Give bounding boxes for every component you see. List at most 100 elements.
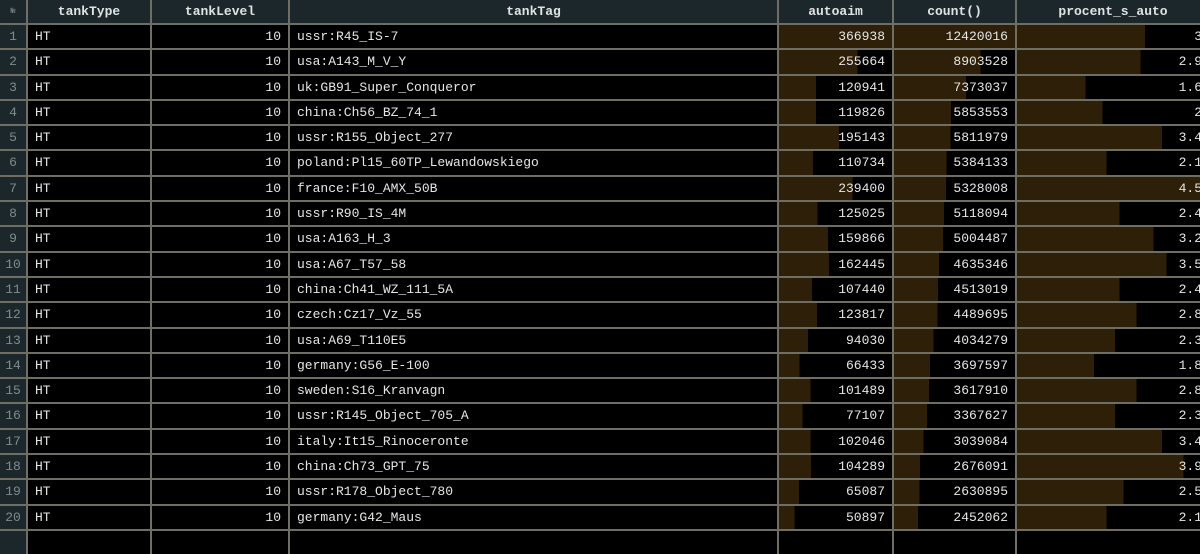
cell-tank-level: 10 [152,50,288,74]
cell-tank-type: HT [28,277,150,302]
cell-tank-tag: france:F10_AMX_50B [290,176,777,201]
cell-row-number: 20 [0,505,26,529]
cell-row-number: 12 [0,303,26,327]
cell-row-number: 16 [0,404,26,428]
column-header-autoaim[interactable]: autoaim [779,0,892,23]
cell-count: 8903528 [894,50,1015,74]
cell-tank-level: 10 [152,176,288,201]
cell-tank-tag: sweden:S16_Kranvagn [290,379,777,403]
cell-tank-level: 10 [152,404,288,428]
cell-tank-tag: usa:A67_T57_58 [290,252,777,276]
cell-tank-type: HT [28,227,150,251]
cell-tank-level: 10 [152,277,288,302]
cell-tank-type: HT [28,429,150,454]
cell-tank-tag: germany:G56_E-100 [290,353,777,378]
cell-tank-tag: ussr:R155_Object_277 [290,126,777,150]
empty-cell [1017,530,1200,554]
cell-count: 3617910 [894,379,1015,403]
cell-procent-s-auto: 3.4 [1017,126,1200,150]
empty-cell [894,530,1015,554]
cell-tank-level: 10 [152,353,288,378]
cell-row-number: 2 [0,50,26,74]
cell-row-number: 8 [0,202,26,226]
cell-procent-s-auto: 4.5 [1017,176,1200,201]
cell-tank-level: 10 [152,379,288,403]
column-header-procent-s-auto[interactable]: procent_s_auto [1017,0,1200,23]
cell-tank-level: 10 [152,455,288,479]
cell-autoaim: 159866 [779,227,892,251]
cell-tank-type: HT [28,455,150,479]
cell-tank-level: 10 [152,202,288,226]
cell-procent-s-auto: 2.8 [1017,379,1200,403]
cell-autoaim: 50897 [779,505,892,529]
cell-row-number: 19 [0,480,26,504]
cell-autoaim: 107440 [779,277,892,302]
cell-count: 2452062 [894,505,1015,529]
column-header-tank-type[interactable]: tankType [28,0,150,23]
cell-tank-level: 10 [152,75,288,99]
column-header-row-number[interactable]: № [0,0,26,23]
empty-cell [290,530,777,554]
cell-procent-s-auto: 2.5 [1017,480,1200,504]
cell-procent-s-auto: 2.8 [1017,303,1200,327]
cell-tank-type: HT [28,252,150,276]
cell-row-number: 13 [0,328,26,352]
cell-count: 5853553 [894,100,1015,125]
cell-autoaim: 66433 [779,353,892,378]
cell-count: 7373037 [894,75,1015,99]
empty-cell [0,530,26,554]
cell-tank-tag: italy:It15_Rinoceronte [290,429,777,454]
cell-count: 3039084 [894,429,1015,454]
cell-row-number: 18 [0,455,26,479]
cell-row-number: 17 [0,429,26,454]
cell-count: 3367627 [894,404,1015,428]
cell-tank-tag: usa:A163_H_3 [290,227,777,251]
column-header-tank-tag[interactable]: tankTag [290,0,777,23]
cell-row-number: 14 [0,353,26,378]
cell-tank-level: 10 [152,252,288,276]
cell-count: 5328008 [894,176,1015,201]
empty-cell [28,530,150,554]
cell-tank-tag: ussr:R45_IS-7 [290,25,777,49]
cell-tank-type: HT [28,328,150,352]
cell-procent-s-auto: 2.4 [1017,277,1200,302]
cell-count: 2676091 [894,455,1015,479]
cell-row-number: 11 [0,277,26,302]
cell-tank-level: 10 [152,328,288,352]
cell-autoaim: 119826 [779,100,892,125]
cell-count: 3697597 [894,353,1015,378]
cell-tank-level: 10 [152,505,288,529]
cell-tank-type: HT [28,404,150,428]
cell-tank-type: HT [28,505,150,529]
cell-tank-tag: ussr:R90_IS_4M [290,202,777,226]
cell-tank-type: HT [28,202,150,226]
cell-autoaim: 366938 [779,25,892,49]
cell-tank-tag: usa:A69_T110E5 [290,328,777,352]
cell-count: 4635346 [894,252,1015,276]
cell-tank-level: 10 [152,126,288,150]
results-table: № tankType tankLevel tankTag autoaim count() p… [0,0,1200,554]
cell-procent-s-auto: 2.1 [1017,151,1200,175]
cell-tank-type: HT [28,379,150,403]
cell-autoaim: 110734 [779,151,892,175]
cell-tank-level: 10 [152,227,288,251]
cell-tank-type: HT [28,480,150,504]
cell-autoaim: 65087 [779,480,892,504]
cell-tank-level: 10 [152,151,288,175]
cell-autoaim: 101489 [779,379,892,403]
cell-autoaim: 94030 [779,328,892,352]
cell-row-number: 7 [0,176,26,201]
cell-procent-s-auto: 3.5 [1017,252,1200,276]
column-header-count[interactable]: count() [894,0,1015,23]
cell-row-number: 9 [0,227,26,251]
cell-tank-tag: china:Ch56_BZ_74_1 [290,100,777,125]
cell-procent-s-auto: 1.6 [1017,75,1200,99]
cell-row-number: 6 [0,151,26,175]
cell-tank-type: HT [28,25,150,49]
cell-autoaim: 125025 [779,202,892,226]
column-header-tank-level[interactable]: tankLevel [152,0,288,23]
empty-cell [152,530,288,554]
cell-procent-s-auto: 2 [1017,100,1200,125]
cell-procent-s-auto: 3.4 [1017,429,1200,454]
cell-tank-level: 10 [152,100,288,125]
